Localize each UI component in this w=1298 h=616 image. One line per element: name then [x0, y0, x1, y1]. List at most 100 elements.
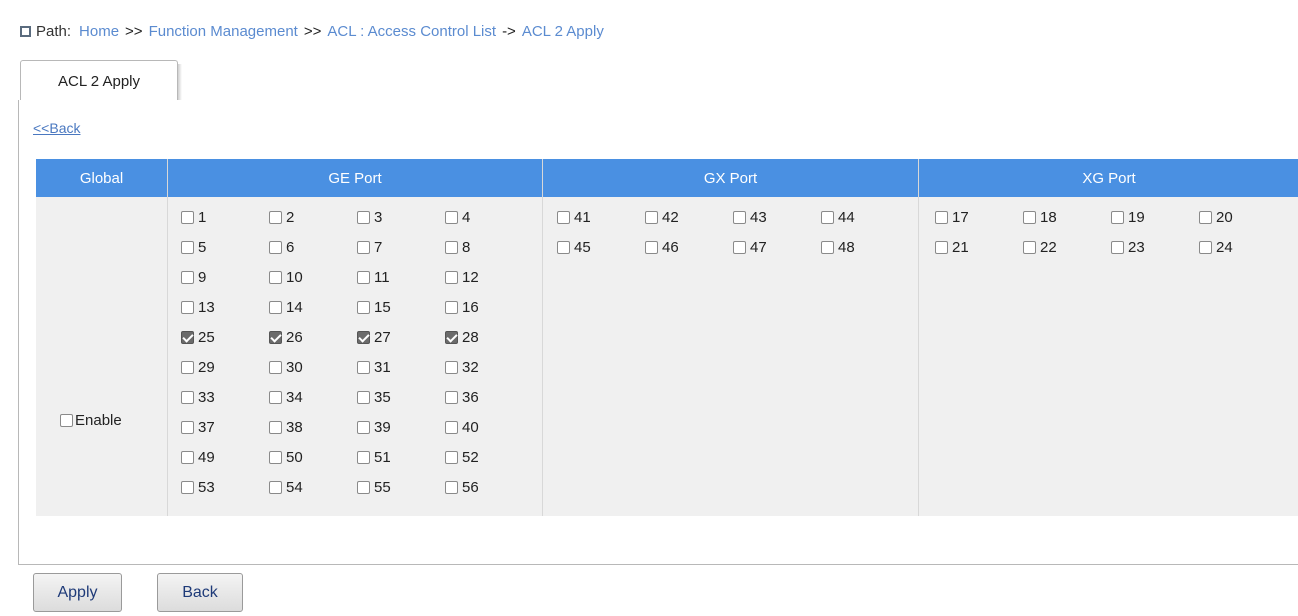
gx-port-47-checkbox[interactable]: 47: [733, 237, 767, 257]
checkbox-box[interactable]: [269, 480, 282, 494]
checkbox-box[interactable]: [935, 210, 948, 224]
checkbox-box[interactable]: [181, 480, 194, 494]
ge-port-40-checkbox[interactable]: 40: [445, 417, 479, 437]
checkbox-box[interactable]: [445, 420, 458, 434]
gx-port-46-checkbox[interactable]: 46: [645, 237, 679, 257]
ge-port-32-checkbox[interactable]: 32: [445, 357, 479, 377]
ge-port-31-checkbox[interactable]: 31: [357, 357, 391, 377]
checkbox-box[interactable]: [181, 270, 194, 284]
ge-port-28-checkbox[interactable]: 28: [445, 327, 479, 347]
checkbox-box[interactable]: [821, 240, 834, 254]
checkbox-box[interactable]: [733, 210, 746, 224]
checkbox-box[interactable]: [269, 420, 282, 434]
xg-port-22-checkbox[interactable]: 22: [1023, 237, 1057, 257]
checkbox-box[interactable]: [357, 210, 370, 224]
xg-port-20-checkbox[interactable]: 20: [1199, 207, 1233, 227]
checkbox-box[interactable]: [357, 300, 370, 314]
ge-port-39-checkbox[interactable]: 39: [357, 417, 391, 437]
checkbox-box[interactable]: [269, 240, 282, 254]
ge-port-14-checkbox[interactable]: 14: [269, 297, 303, 317]
checkbox-box[interactable]: [181, 420, 194, 434]
checkbox-box[interactable]: [181, 210, 194, 224]
checkbox-box[interactable]: [821, 210, 834, 224]
checkbox-box[interactable]: [181, 300, 194, 314]
ge-port-12-checkbox[interactable]: 12: [445, 267, 479, 287]
gx-port-41-checkbox[interactable]: 41: [557, 207, 591, 227]
checkbox-box[interactable]: [1199, 240, 1212, 254]
checkbox-box[interactable]: [181, 330, 194, 344]
gx-port-45-checkbox[interactable]: 45: [557, 237, 591, 257]
checkbox-box[interactable]: [269, 450, 282, 464]
gx-port-42-checkbox[interactable]: 42: [645, 207, 679, 227]
checkbox-box[interactable]: [445, 210, 458, 224]
gx-port-44-checkbox[interactable]: 44: [821, 207, 855, 227]
ge-port-55-checkbox[interactable]: 55: [357, 477, 391, 497]
checkbox-box[interactable]: [269, 390, 282, 404]
ge-port-30-checkbox[interactable]: 30: [269, 357, 303, 377]
ge-port-52-checkbox[interactable]: 52: [445, 447, 479, 467]
checkbox-box[interactable]: [1023, 240, 1036, 254]
ge-port-6-checkbox[interactable]: 6: [269, 237, 294, 257]
ge-port-36-checkbox[interactable]: 36: [445, 387, 479, 407]
checkbox-box[interactable]: [269, 360, 282, 374]
checkbox-box[interactable]: [557, 210, 570, 224]
ge-port-25-checkbox[interactable]: 25: [181, 327, 215, 347]
breadcrumb-home-link[interactable]: Home: [79, 23, 119, 40]
ge-port-26-checkbox[interactable]: 26: [269, 327, 303, 347]
checkbox-box[interactable]: [445, 300, 458, 314]
checkbox-box[interactable]: [557, 240, 570, 254]
checkbox-box[interactable]: [935, 240, 948, 254]
ge-port-35-checkbox[interactable]: 35: [357, 387, 391, 407]
checkbox-box[interactable]: [445, 240, 458, 254]
back-button[interactable]: Back: [157, 573, 243, 612]
ge-port-11-checkbox[interactable]: 11: [357, 267, 390, 287]
checkbox-box[interactable]: [1199, 210, 1212, 224]
checkbox-box[interactable]: [445, 390, 458, 404]
checkbox-box[interactable]: [181, 360, 194, 374]
checkbox-box[interactable]: [445, 330, 458, 344]
back-link[interactable]: <<Back: [33, 120, 80, 136]
ge-port-8-checkbox[interactable]: 8: [445, 237, 470, 257]
ge-port-53-checkbox[interactable]: 53: [181, 477, 215, 497]
ge-port-4-checkbox[interactable]: 4: [445, 207, 470, 227]
checkbox-box[interactable]: [445, 270, 458, 284]
ge-port-15-checkbox[interactable]: 15: [357, 297, 391, 317]
checkbox-box[interactable]: [445, 360, 458, 374]
xg-port-24-checkbox[interactable]: 24: [1199, 237, 1233, 257]
global-enable-checkbox[interactable]: Enable: [60, 412, 122, 429]
ge-port-33-checkbox[interactable]: 33: [181, 387, 215, 407]
checkbox-box[interactable]: [269, 210, 282, 224]
checkbox-box[interactable]: [357, 360, 370, 374]
checkbox-box[interactable]: [645, 210, 658, 224]
checkbox-box[interactable]: [181, 450, 194, 464]
xg-port-17-checkbox[interactable]: 17: [935, 207, 969, 227]
ge-port-51-checkbox[interactable]: 51: [357, 447, 391, 467]
enable-checkbox-box[interactable]: [60, 414, 73, 427]
xg-port-18-checkbox[interactable]: 18: [1023, 207, 1057, 227]
breadcrumb-function-management-link[interactable]: Function Management: [149, 23, 298, 40]
breadcrumb-acl-link[interactable]: ACL : Access Control List: [327, 23, 496, 40]
checkbox-box[interactable]: [357, 330, 370, 344]
checkbox-box[interactable]: [733, 240, 746, 254]
tab-acl-2-apply[interactable]: ACL 2 Apply: [20, 60, 178, 102]
ge-port-5-checkbox[interactable]: 5: [181, 237, 206, 257]
checkbox-box[interactable]: [269, 300, 282, 314]
checkbox-box[interactable]: [445, 450, 458, 464]
checkbox-box[interactable]: [357, 450, 370, 464]
ge-port-54-checkbox[interactable]: 54: [269, 477, 303, 497]
ge-port-38-checkbox[interactable]: 38: [269, 417, 303, 437]
ge-port-37-checkbox[interactable]: 37: [181, 417, 215, 437]
checkbox-box[interactable]: [181, 240, 194, 254]
apply-button[interactable]: Apply: [33, 573, 122, 612]
ge-port-13-checkbox[interactable]: 13: [181, 297, 215, 317]
ge-port-27-checkbox[interactable]: 27: [357, 327, 391, 347]
ge-port-16-checkbox[interactable]: 16: [445, 297, 479, 317]
ge-port-49-checkbox[interactable]: 49: [181, 447, 215, 467]
checkbox-box[interactable]: [1111, 210, 1124, 224]
ge-port-10-checkbox[interactable]: 10: [269, 267, 303, 287]
checkbox-box[interactable]: [181, 390, 194, 404]
checkbox-box[interactable]: [357, 270, 370, 284]
checkbox-box[interactable]: [357, 480, 370, 494]
ge-port-34-checkbox[interactable]: 34: [269, 387, 303, 407]
ge-port-2-checkbox[interactable]: 2: [269, 207, 294, 227]
